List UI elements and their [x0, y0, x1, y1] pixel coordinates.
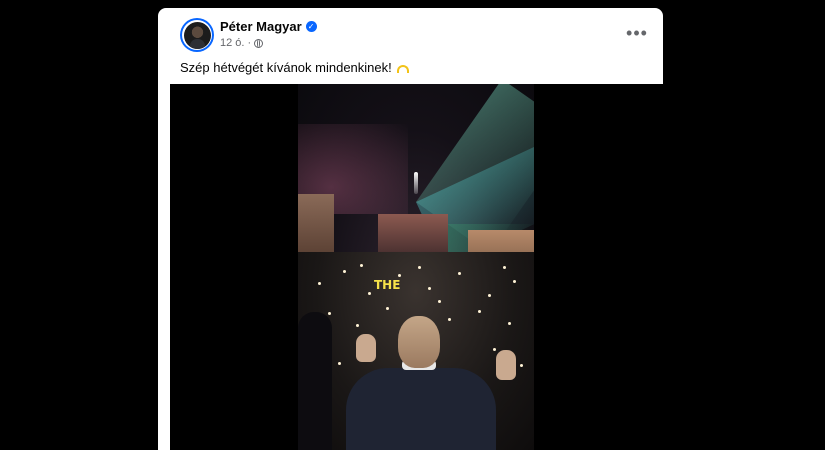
verified-badge-icon: ✓ — [305, 21, 317, 32]
suit — [346, 368, 496, 450]
post-timestamp[interactable]: 12 ó. — [220, 37, 244, 49]
phone-light — [488, 294, 491, 297]
firework-spark — [414, 172, 418, 194]
phone-light — [428, 287, 431, 290]
phone-light — [493, 348, 496, 351]
head — [398, 316, 440, 368]
phone-light — [478, 310, 481, 313]
phone-light — [508, 322, 511, 325]
phone-light — [328, 312, 331, 315]
phone-light — [368, 292, 371, 295]
phone-light — [338, 362, 341, 365]
building — [298, 194, 334, 256]
globe-icon[interactable] — [254, 38, 264, 48]
video-player[interactable]: THE — [170, 84, 663, 450]
phone-light — [398, 274, 401, 277]
raised-hand — [496, 350, 516, 380]
video-caption: THE — [374, 278, 401, 292]
side-figure — [298, 312, 332, 450]
phone-light — [343, 270, 346, 273]
post-header: Péter Magyar ✓ 12 ó. · ••• — [158, 8, 663, 60]
building — [378, 214, 448, 254]
more-options-icon: ••• — [626, 23, 648, 43]
phone-light — [386, 307, 389, 310]
phone-light — [318, 282, 321, 285]
phone-light — [438, 300, 441, 303]
phone-light — [360, 264, 363, 267]
video-frame[interactable]: THE — [298, 84, 534, 450]
rainbow-emoji-icon — [396, 64, 409, 73]
author-avatar[interactable] — [180, 18, 214, 52]
phone-light — [458, 272, 461, 275]
phone-light — [520, 364, 523, 367]
author-row: Péter Magyar ✓ — [220, 19, 317, 34]
more-options-button[interactable]: ••• — [624, 24, 650, 42]
phone-light — [418, 266, 421, 269]
post-text: Szép hétvégét kívánok mindenkinek! — [180, 60, 409, 75]
phone-light — [513, 280, 516, 283]
avatar-border — [182, 20, 212, 50]
meta-separator: · — [247, 37, 252, 49]
post-meta: 12 ó. · — [220, 37, 264, 49]
phone-light — [503, 266, 506, 269]
raised-hand — [356, 334, 376, 362]
post-message: Szép hétvégét kívánok mindenkinek! — [180, 60, 392, 75]
author-name[interactable]: Péter Magyar — [220, 19, 302, 34]
avatar-photo — [183, 21, 211, 49]
post-card: Péter Magyar ✓ 12 ó. · ••• Szép hétvégét… — [158, 8, 663, 450]
speaker-figure — [346, 316, 516, 450]
